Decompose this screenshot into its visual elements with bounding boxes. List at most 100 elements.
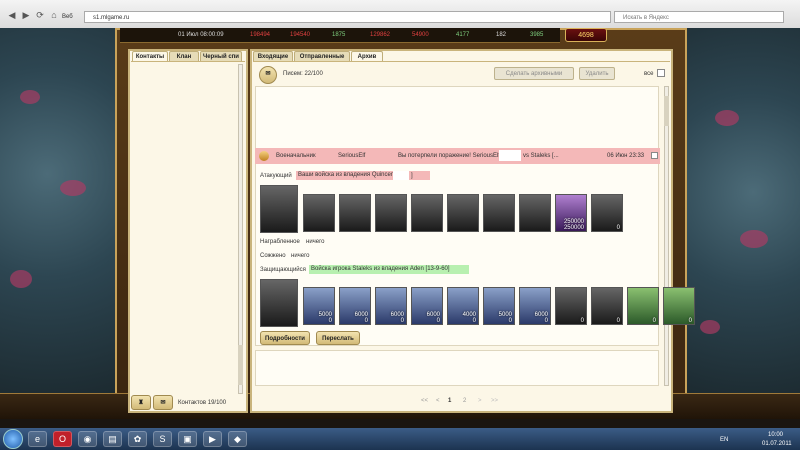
game-datetime: 01 Июл 08:00:09 <box>178 32 224 38</box>
defender-unit[interactable]: 5000 0 <box>483 287 515 325</box>
mail-scroll-button[interactable]: ✉ <box>259 66 277 84</box>
tab-inbox[interactable]: Входящие <box>253 51 293 61</box>
attacker-label: Атакующий <box>260 173 292 179</box>
attacker-unit[interactable] <box>411 194 443 232</box>
mail-scrollbar[interactable] <box>664 86 669 386</box>
forward-icon[interactable]: ▶ <box>20 10 32 20</box>
message-subject: Вы потерпели поражение! SeriousElf <box>398 153 500 159</box>
home-icon[interactable]: ⌂ <box>48 10 60 20</box>
page-last[interactable]: >> <box>491 397 498 405</box>
attacker-unit[interactable] <box>519 194 551 232</box>
map-left <box>0 28 118 393</box>
attacker-hero[interactable] <box>260 185 298 233</box>
defender-unit[interactable]: 0 <box>555 287 587 325</box>
unit-loss: 0 <box>436 318 440 324</box>
icq-icon[interactable]: ✿ <box>128 431 147 447</box>
contacts-panel <box>128 49 248 413</box>
page-2[interactable]: 2 <box>463 397 466 405</box>
add-contact-button[interactable]: ♜ <box>131 395 151 410</box>
redacted-box <box>499 150 521 161</box>
unit-loss: 0 <box>580 318 584 324</box>
tab-archive[interactable]: Архив <box>351 51 383 61</box>
resource-value: 4177 <box>456 32 470 38</box>
tab-blacklist[interactable]: Черный спи <box>200 51 242 61</box>
ie-icon[interactable]: e <box>28 431 47 447</box>
message-checkbox[interactable] <box>651 152 658 159</box>
archive-button[interactable]: Сделать архивными <box>494 67 574 80</box>
unit-loss: 250000 <box>563 225 584 231</box>
chrome-icon[interactable]: ◉ <box>78 431 97 447</box>
defender-unit[interactable]: 6000 0 <box>411 287 443 325</box>
forward-button[interactable]: Переслать <box>316 331 360 345</box>
resource-value: 54900 <box>412 32 429 38</box>
defender-unit[interactable]: 5000 0 <box>303 287 335 325</box>
redacted-box <box>393 171 409 180</box>
clock-date[interactable]: 01.07.2011 <box>762 441 792 447</box>
opera-icon[interactable]: O <box>53 431 72 447</box>
resource-value: 182 <box>496 32 507 38</box>
defender-unit[interactable]: 0 <box>663 287 695 325</box>
start-button[interactable] <box>3 429 23 449</box>
defender-unit[interactable]: 6000 0 <box>519 287 551 325</box>
castle-icon: ♜ <box>138 400 144 406</box>
map-decoration <box>715 110 739 126</box>
address-bar[interactable]: s1.mlgame.ru <box>84 11 611 23</box>
tab-contacts[interactable]: Контакты <box>132 51 168 61</box>
clock-time[interactable]: 10:00 <box>768 432 783 438</box>
contacts-scroll-thumb[interactable] <box>238 345 243 385</box>
defender-unit[interactable]: 4000 0 <box>447 287 479 325</box>
page-current: 1 <box>448 398 452 404</box>
defender-hero[interactable] <box>260 279 298 327</box>
attacker-unit[interactable] <box>375 194 407 232</box>
burned-label: Сожжено <box>260 253 286 259</box>
attacker-units: 250000 250000 0 <box>303 194 623 232</box>
attacker-tail: ] <box>411 173 413 179</box>
defender-value: Войска игрока Staleks из владения Aden [… <box>309 265 469 274</box>
select-all-label: все <box>644 71 654 77</box>
defender-label: Защищающийся <box>260 267 306 273</box>
browser-toolbar: ◀ ▶ ⟳ ⌂ Веб s1.mlgame.ru Искать в Яндекс <box>0 0 800 29</box>
details-button[interactable]: Подробности <box>260 331 310 345</box>
attacker-unit[interactable] <box>447 194 479 232</box>
delete-button[interactable]: Удалить <box>579 67 615 80</box>
page-first[interactable]: << <box>421 397 428 405</box>
tab-sent[interactable]: Отправленные <box>294 51 350 61</box>
search-input[interactable]: Искать в Яндекс <box>614 11 784 23</box>
media-icon[interactable]: ▶ <box>203 431 222 447</box>
tab-clan[interactable]: Клан <box>169 51 199 61</box>
defender-unit[interactable]: 0 <box>591 287 623 325</box>
skype-icon[interactable]: S <box>153 431 172 447</box>
page-prev[interactable]: < <box>436 397 440 405</box>
message-subject-tail: vs Staleks [... <box>523 153 559 159</box>
attacker-unit[interactable]: 250000 250000 <box>555 194 587 232</box>
map-decoration <box>60 180 86 196</box>
unit-loss: 0 <box>544 318 548 324</box>
message-preview <box>255 350 659 386</box>
folder-icon[interactable]: ▤ <box>103 431 122 447</box>
resource-value: 1875 <box>332 32 346 38</box>
attacker-unit[interactable] <box>483 194 515 232</box>
map-decoration <box>20 90 40 104</box>
app-icon[interactable]: ▣ <box>178 431 197 447</box>
language-indicator[interactable]: EN <box>720 437 728 443</box>
select-all-checkbox[interactable] <box>657 69 665 77</box>
attacker-unit[interactable] <box>303 194 335 232</box>
scroll-icon: ✉ <box>160 400 166 406</box>
app-icon[interactable]: ◆ <box>228 431 247 447</box>
mail-scroll-thumb[interactable] <box>664 96 669 126</box>
defender-unit[interactable]: 6000 0 <box>339 287 371 325</box>
defender-unit[interactable]: 0 <box>627 287 659 325</box>
gold-counter[interactable]: 4698 <box>565 28 607 42</box>
reload-icon[interactable]: ⟳ <box>34 10 46 20</box>
contact-scroll-button[interactable]: ✉ <box>153 395 173 410</box>
message-date: 06 Июн 23:33 <box>607 153 645 159</box>
back-icon[interactable]: ◀ <box>6 10 18 20</box>
map-decoration <box>740 230 768 248</box>
browser-tab-label[interactable]: Веб <box>62 11 73 23</box>
attacker-unit[interactable]: 0 <box>591 194 623 232</box>
page-next[interactable]: > <box>478 397 482 405</box>
defender-unit[interactable]: 6000 0 <box>375 287 407 325</box>
unit-loss: 0 <box>508 318 512 324</box>
attacker-unit[interactable] <box>339 194 371 232</box>
defender-units: 5000 0 6000 0 6000 0 6000 0 4000 0 5000 0 6000 0 0 0 0 0 <box>303 287 695 325</box>
